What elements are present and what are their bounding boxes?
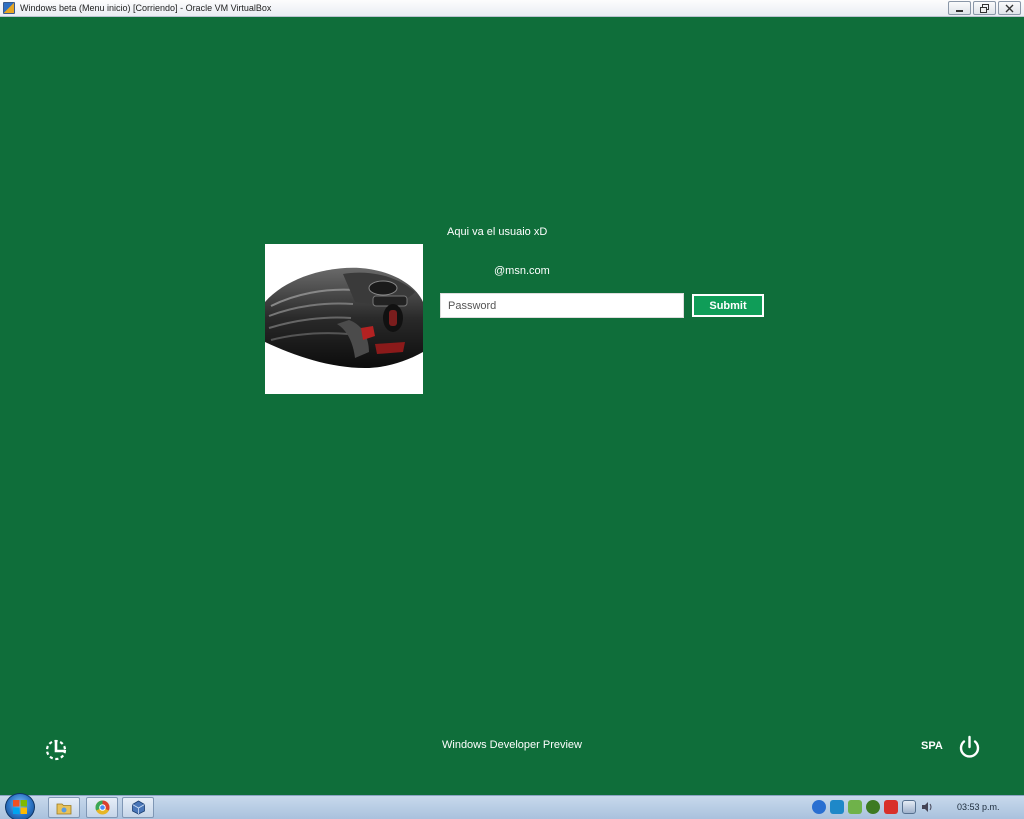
taskbar: 03:53 p.m.: [0, 793, 1024, 819]
taskbar-explorer-button[interactable]: [48, 797, 80, 818]
restore-button[interactable]: [973, 1, 996, 15]
restore-icon: [980, 3, 989, 13]
close-button[interactable]: [998, 1, 1021, 15]
app-tray-icon[interactable]: [866, 800, 880, 814]
submit-button[interactable]: Submit: [692, 294, 764, 317]
minimize-button[interactable]: [948, 1, 971, 15]
window-titlebar: Windows beta (Menu inicio) [Corriendo] -…: [0, 0, 1024, 17]
security-icon[interactable]: [848, 800, 862, 814]
close-icon: [1005, 4, 1014, 12]
minimize-icon: [956, 9, 963, 12]
mouse-picture: [265, 267, 423, 368]
start-button[interactable]: [5, 793, 35, 819]
virtualbox-icon: [3, 2, 15, 14]
system-tray: [812, 800, 934, 814]
taskbar-virtualbox-button[interactable]: [122, 797, 154, 818]
window-title: Windows beta (Menu inicio) [Corriendo] -…: [20, 3, 272, 13]
browser-icon: [95, 800, 109, 815]
taskbar-clock[interactable]: 03:53 p.m.: [957, 802, 1000, 812]
folder-icon: [56, 803, 72, 814]
taskbar-chrome-button[interactable]: [86, 797, 118, 818]
product-name: Windows Developer Preview: [442, 739, 582, 751]
username-label: Aqui va el usuaio xD: [447, 226, 548, 238]
language-indicator[interactable]: SPA: [921, 740, 943, 752]
window-controls: [948, 1, 1021, 15]
sync-icon[interactable]: [830, 800, 844, 814]
password-input[interactable]: [440, 293, 684, 318]
network-icon[interactable]: [902, 800, 916, 814]
user-avatar: [265, 244, 423, 394]
virtualbox-cube-icon: [131, 800, 145, 815]
windows-start-icon: [13, 800, 27, 814]
antivirus-icon[interactable]: [884, 800, 898, 814]
network-shield-icon[interactable]: [812, 800, 826, 814]
email-label: @msn.com: [494, 265, 550, 277]
power-icon[interactable]: [957, 735, 982, 760]
volume-icon[interactable]: [920, 800, 934, 814]
